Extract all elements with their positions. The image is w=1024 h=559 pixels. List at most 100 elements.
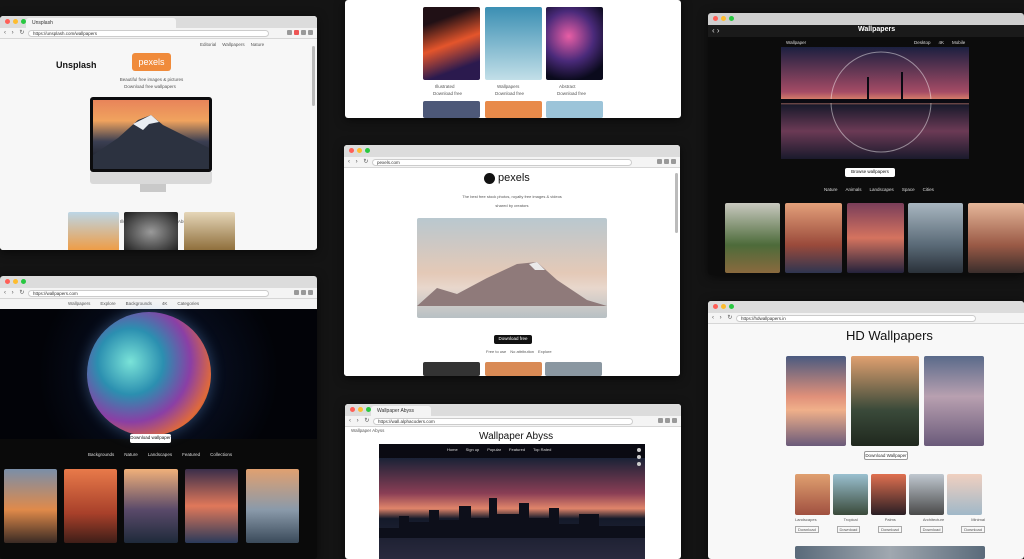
url-field[interactable]: pexels.com [372,159,632,166]
thumb-download-button[interactable]: Download [795,526,819,533]
download-button[interactable]: Download free [494,335,532,344]
browser-tab[interactable]: Wallpaper Abyss [371,406,431,416]
minimize-dot[interactable] [13,279,18,284]
thumbnail[interactable] [725,203,780,273]
download-button[interactable]: Download wallpaper [130,434,171,443]
thumbnail[interactable] [968,203,1024,273]
thumbnail[interactable] [909,474,944,515]
minimize-dot[interactable] [13,19,18,24]
url-field[interactable]: https://wall.alphacoders.com [373,418,633,425]
close-dot[interactable] [5,279,10,284]
nav-link[interactable]: 4K [162,301,168,306]
close-dot[interactable] [5,19,10,24]
nav-link[interactable]: Top Rated [533,447,551,452]
url-field[interactable]: https://hdwallpapers.in [736,315,976,322]
nav-link[interactable]: Explore [100,301,115,306]
info-link[interactable]: Free to use [486,349,506,354]
nav-link[interactable]: Popular [487,447,501,452]
category-tab[interactable]: Featured [182,452,200,457]
maximize-dot[interactable] [365,148,370,153]
info-link[interactable]: No attribution [510,349,534,354]
nav-arrows-icon[interactable]: ‹ › ↻ [4,290,26,297]
thumb-download-button[interactable]: Download [919,526,944,533]
category-link[interactable]: Animals [846,187,862,192]
url-field[interactable]: https://unsplash.com/wallpapers [28,30,269,37]
thumbnail[interactable] [786,356,846,446]
category-link[interactable]: Landscapes [870,187,894,192]
thumb-download-button[interactable]: Download [836,526,861,533]
maximize-dot[interactable] [729,304,734,309]
category-tab[interactable]: Landscapes [148,452,172,457]
download-button[interactable]: Download Wallpaper [864,451,908,460]
maximize-dot[interactable] [21,279,26,284]
thumbnail[interactable] [545,362,602,376]
maximize-dot[interactable] [729,16,734,21]
close-dot[interactable] [713,16,718,21]
thumbnail[interactable] [908,203,963,273]
close-dot[interactable] [349,148,354,153]
browse-button[interactable]: Browse wallpapers [845,168,895,177]
hero-image[interactable] [417,218,607,318]
thumbnail[interactable] [423,101,480,118]
nav-link[interactable]: Wallpapers [68,301,90,306]
thumbnail[interactable] [423,362,480,376]
nav-link[interactable]: Featured [509,447,525,452]
thumbnail[interactable] [871,474,906,515]
thumbnail[interactable] [68,212,119,250]
brand-left[interactable]: Wallpaper [786,40,806,45]
thumbnail[interactable] [423,7,480,80]
nav-arrows-icon[interactable]: ‹ › ↻ [349,418,371,425]
pexels-logo[interactable]: pexels [132,53,171,71]
nav-link[interactable]: Categories [177,301,199,306]
thumbnail[interactable] [485,101,542,118]
browser-tab[interactable]: Unsplash [26,18,176,28]
thumbnail[interactable] [124,212,178,250]
minimize-dot[interactable] [357,148,362,153]
category-tab[interactable]: Backgrounds [88,452,114,457]
thumbnail[interactable] [64,469,117,543]
category-link[interactable]: Cities [923,187,934,192]
category-tab[interactable]: Nature [124,452,138,457]
thumbnail[interactable] [246,469,299,543]
thumb-download-button[interactable]: Download [878,526,902,533]
thumbnail[interactable] [124,469,178,543]
nav-link[interactable]: Sign up [466,447,480,452]
category-tab[interactable]: Collections [210,452,232,457]
thumbnail[interactable] [795,474,830,515]
nav-arrows-icon[interactable]: ‹ › ↻ [712,315,734,322]
nav-link[interactable]: Home [447,447,458,452]
thumbnail[interactable] [847,203,904,273]
hero-image[interactable] [781,47,969,159]
thumbnail[interactable] [947,474,982,515]
nav-link[interactable]: Backgrounds [126,301,152,306]
nav-arrows-icon[interactable]: ‹ › ↻ [348,159,370,166]
nav-link[interactable]: Editorial [200,42,216,47]
nav-arrows-icon[interactable]: ‹ › ↻ [4,30,26,37]
info-link[interactable]: Explore [538,349,552,354]
back-icon[interactable]: ‹ › [712,26,720,35]
thumbnail[interactable] [833,474,868,515]
nav-link[interactable]: Wallpapers [222,42,244,47]
thumbnail[interactable] [851,356,919,446]
thumbnail[interactable] [485,362,542,376]
thumbnail[interactable] [924,356,984,446]
thumbnail[interactable] [546,7,603,80]
pexels-logo[interactable]: pexels [484,172,530,184]
close-dot[interactable] [350,407,355,412]
nav-link[interactable]: Mobile [952,40,965,45]
thumbnail[interactable] [785,203,842,273]
minimize-dot[interactable] [358,407,363,412]
category-link[interactable]: Space [902,187,915,192]
planet-image[interactable] [87,312,211,436]
minimize-dot[interactable] [721,304,726,309]
thumbnail[interactable] [184,212,235,250]
thumbnail[interactable] [546,101,603,118]
hero-image[interactable] [379,458,645,559]
url-field[interactable]: https://wallpapers.com [28,290,269,297]
minimize-dot[interactable] [721,16,726,21]
nav-link[interactable]: Desktop [914,40,931,45]
thumbnail[interactable] [485,7,542,80]
thumbnail[interactable] [4,469,57,543]
nav-link[interactable]: 4K [939,40,945,45]
thumb-download-button[interactable]: Download [961,526,985,533]
